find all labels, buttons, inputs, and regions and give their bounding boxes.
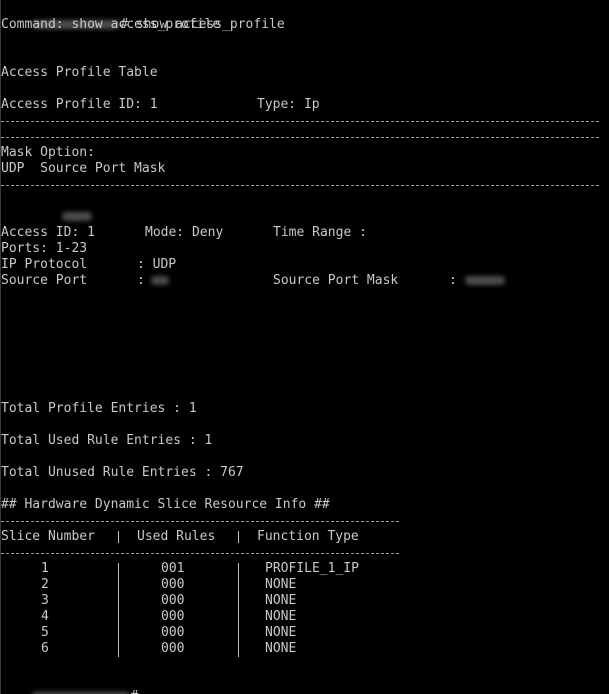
used-rules: 000 [161, 593, 185, 608]
slice-number: 4 [41, 609, 49, 624]
profile-line: Access Profile ID: 1 Type: Ip [1, 97, 601, 113]
total-profile-entries: Total Profile Entries : 1 [1, 401, 197, 416]
source-port-mask-label: Source Port Mask [273, 273, 399, 288]
column-used-rules: Used Rules [137, 529, 216, 544]
column-function-type: Function Type [257, 529, 359, 544]
slice-header: ## Hardware Dynamic Slice Resource Info … [1, 497, 330, 512]
redacted-value [62, 212, 93, 221]
command-echo: Command: show access_profile [1, 17, 221, 32]
ports: Ports: 1-23 [1, 241, 88, 256]
table-row: 3 000 NONE [1, 593, 401, 609]
function-type: NONE [265, 577, 297, 592]
terminal-window[interactable]: # show access_profile Command: show acce… [0, 0, 609, 694]
table-row: 4 000 NONE [1, 609, 401, 625]
source-port-line: Source Port : Source Port Mask : [1, 273, 601, 289]
used-rules: 000 [161, 609, 185, 624]
mask-option-label: Mask Option: [1, 145, 95, 160]
redacted-source-port-mask [465, 276, 505, 285]
prompt-line: # show access_profile [1, 1, 285, 32]
source-port-colon: : [137, 273, 145, 288]
total-unused-rule-entries: Total Unused Rule Entries : 767 [1, 465, 244, 480]
used-rules: 001 [161, 561, 185, 576]
ip-protocol-label: IP Protocol [1, 257, 88, 272]
table-row: 6 000 NONE [1, 641, 401, 657]
time-range: Time Range : [273, 225, 367, 240]
function-type: NONE [265, 641, 297, 656]
column-separator [118, 531, 119, 543]
table-row: 1 001 PROFILE_1_IP [1, 561, 401, 577]
mask-value: UDP Source Port Mask [1, 161, 166, 176]
divider-line [1, 185, 599, 186]
function-type: NONE [265, 609, 297, 624]
column-slice-number: Slice Number [1, 529, 95, 544]
table-row: 5 000 NONE [1, 625, 401, 641]
divider-line [1, 121, 599, 122]
function-type: NONE [265, 625, 297, 640]
divider-line [1, 137, 599, 138]
column-separator [238, 531, 239, 543]
slice-number: 5 [41, 625, 49, 640]
redacted-source-port [151, 276, 169, 285]
profile-type: Type: Ip [257, 97, 320, 112]
used-rules: 000 [161, 577, 185, 592]
rule-line: Access ID: 1 Mode: Deny Time Range : [1, 225, 601, 241]
rule-mode: Mode: Deny [145, 225, 224, 240]
used-rules: 000 [161, 625, 185, 640]
profile-id: Access Profile ID: 1 [1, 97, 158, 112]
access-id: Access ID: 1 [1, 225, 95, 240]
prompt-symbol: # [130, 689, 138, 694]
function-type: PROFILE_1_IP [265, 561, 359, 576]
slice-number: 3 [41, 593, 49, 608]
redacted-line [1, 193, 93, 221]
prompt-line[interactable]: # [1, 673, 138, 694]
divider-line [1, 553, 399, 554]
function-type: NONE [265, 593, 297, 608]
slice-number: 1 [41, 561, 49, 576]
used-rules: 000 [161, 641, 185, 656]
ip-protocol-value: : UDP [137, 257, 177, 272]
slice-table-header: Slice Number Used Rules Function Type [1, 529, 401, 545]
table-row: 2 000 NONE [1, 577, 401, 593]
source-port-label: Source Port [1, 273, 88, 288]
ip-protocol-line: IP Protocol : UDP [1, 257, 601, 273]
slice-number: 2 [41, 577, 49, 592]
total-used-rule-entries: Total Used Rule Entries : 1 [1, 433, 213, 448]
slice-number: 6 [41, 641, 49, 656]
divider-line [1, 521, 399, 522]
table-title: Access Profile Table [1, 65, 158, 80]
source-port-mask-colon: : [449, 273, 457, 288]
